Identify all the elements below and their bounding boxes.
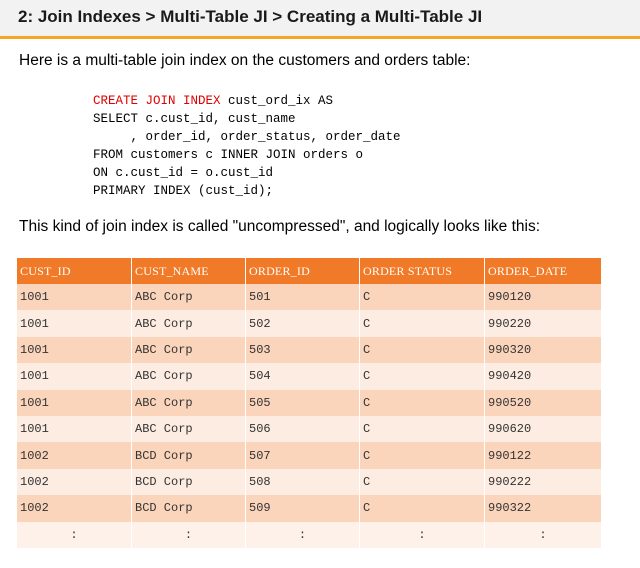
- table-row: 1002 BCD Corp 509 C 990322: [17, 495, 602, 522]
- cell-order-status: C: [360, 415, 485, 443]
- sql-line-5: ON c.cust_id = o.cust_id: [93, 166, 274, 180]
- continuation-marker: :: [246, 521, 360, 548]
- table-row: 1001 ABC Corp 503 C 990320: [17, 336, 602, 364]
- table-row: 1001 ABC Corp 502 C 990220: [17, 310, 602, 337]
- cell-order-id: 507: [246, 442, 360, 469]
- page-header: 2: Join Indexes > Multi-Table JI > Creat…: [0, 0, 640, 36]
- sql-line-4: FROM customers c INNER JOIN orders o: [93, 148, 364, 162]
- column-header-order-status: ORDER STATUS: [360, 258, 485, 284]
- continuation-marker: :: [17, 521, 132, 548]
- sql-code-block: CREATE JOIN INDEX cust_ord_ix AS SELECT …: [93, 92, 401, 200]
- cell-order-date: 990420: [485, 363, 602, 390]
- cell-order-date: 990222: [485, 468, 602, 496]
- column-header-order-date: ORDER_DATE: [485, 258, 602, 284]
- cell-cust-id: 1002: [17, 442, 132, 469]
- cell-cust-name: ABC Corp: [132, 284, 246, 311]
- cell-cust-name: BCD Corp: [132, 468, 246, 496]
- cell-order-id: 508: [246, 468, 360, 496]
- table-row: 1001 ABC Corp 506 C 990620: [17, 415, 602, 443]
- cell-order-date: 990122: [485, 442, 602, 469]
- cell-order-id: 509: [246, 495, 360, 522]
- cell-cust-id: 1001: [17, 415, 132, 443]
- summary-text: This kind of join index is called "uncom…: [19, 218, 541, 235]
- table-row: 1001 ABC Corp 505 C 990520: [17, 389, 602, 416]
- column-header-cust-id: CUST_ID: [17, 258, 132, 284]
- intro-text: Here is a multi-table join index on the …: [19, 52, 471, 69]
- cell-order-status: C: [360, 389, 485, 416]
- cell-cust-name: ABC Corp: [132, 336, 246, 364]
- page-title: 2: Join Indexes > Multi-Table JI > Creat…: [18, 7, 483, 26]
- cell-order-date: 990120: [485, 284, 602, 311]
- table-header-row: CUST_ID CUST_NAME ORDER_ID ORDER STATUS …: [17, 258, 602, 284]
- table-row: 1002 BCD Corp 507 C 990122: [17, 442, 602, 469]
- sql-line-6: PRIMARY INDEX (cust_id);: [93, 184, 274, 198]
- cell-cust-id: 1001: [17, 284, 132, 311]
- cell-order-id: 505: [246, 389, 360, 416]
- cell-order-status: C: [360, 442, 485, 469]
- table-row: 1001 ABC Corp 504 C 990420: [17, 363, 602, 390]
- cell-order-id: 504: [246, 363, 360, 390]
- continuation-marker: :: [132, 521, 246, 548]
- cell-order-status: C: [360, 284, 485, 311]
- sql-line-3: , order_id, order_status, order_date: [93, 130, 401, 144]
- join-index-table: CUST_ID CUST_NAME ORDER_ID ORDER STATUS …: [17, 258, 602, 548]
- cell-cust-id: 1001: [17, 389, 132, 416]
- cell-order-status: C: [360, 495, 485, 522]
- cell-order-id: 506: [246, 415, 360, 443]
- cell-order-status: C: [360, 336, 485, 364]
- table-body: 1001 ABC Corp 501 C 990120 1001 ABC Corp 502 C 99…: [17, 284, 602, 548]
- cell-cust-id: 1001: [17, 310, 132, 337]
- table-row-continuation: :::::: [17, 521, 602, 548]
- cell-order-id: 502: [246, 310, 360, 337]
- table-row: 1002 BCD Corp 508 C 990222: [17, 468, 602, 496]
- cell-cust-name: ABC Corp: [132, 363, 246, 390]
- cell-order-date: 990322: [485, 495, 602, 522]
- sql-line-2: SELECT c.cust_id, cust_name: [93, 112, 296, 126]
- column-header-cust-name: CUST_NAME: [132, 258, 246, 284]
- cell-order-status: C: [360, 363, 485, 390]
- cell-cust-id: 1002: [17, 495, 132, 522]
- cell-cust-name: BCD Corp: [132, 442, 246, 469]
- continuation-marker: :: [360, 521, 485, 548]
- table-row: 1001 ABC Corp 501 C 990120: [17, 284, 602, 311]
- cell-cust-name: ABC Corp: [132, 310, 246, 337]
- cell-cust-name: BCD Corp: [132, 495, 246, 522]
- cell-order-status: C: [360, 468, 485, 496]
- cell-order-id: 501: [246, 284, 360, 311]
- cell-cust-name: ABC Corp: [132, 389, 246, 416]
- cell-order-status: C: [360, 310, 485, 337]
- continuation-marker: :: [485, 521, 602, 548]
- sql-line-1-rest: cust_ord_ix AS: [220, 94, 334, 108]
- sql-keyword: CREATE JOIN INDEX: [93, 94, 221, 108]
- cell-order-date: 990220: [485, 310, 602, 337]
- cell-order-date: 990320: [485, 336, 602, 364]
- cell-order-date: 990520: [485, 389, 602, 416]
- column-header-order-id: ORDER_ID: [246, 258, 360, 284]
- cell-cust-id: 1002: [17, 468, 132, 496]
- cell-cust-name: ABC Corp: [132, 415, 246, 443]
- cell-cust-id: 1001: [17, 336, 132, 364]
- cell-order-id: 503: [246, 336, 360, 364]
- cell-cust-id: 1001: [17, 363, 132, 390]
- cell-order-date: 990620: [485, 415, 602, 443]
